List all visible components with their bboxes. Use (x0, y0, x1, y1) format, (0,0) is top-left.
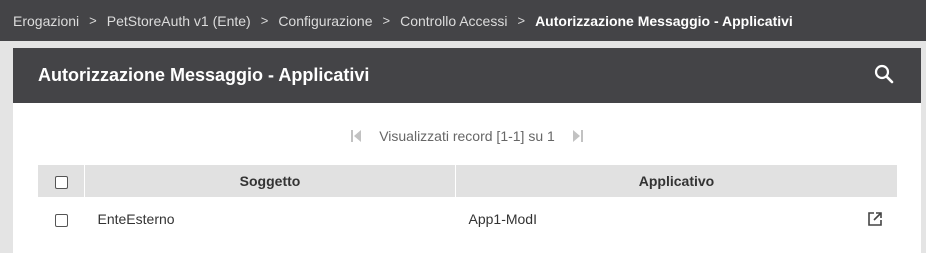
search-icon[interactable] (873, 63, 895, 85)
breadcrumb-separator: > (89, 13, 97, 28)
breadcrumb-separator: > (382, 13, 391, 28)
panel-header: Autorizzazione Messaggio - Applicativi (13, 48, 921, 103)
breadcrumb-item-configurazione[interactable]: Configurazione (278, 13, 372, 29)
select-all-header (38, 165, 85, 197)
breadcrumb-item-controllo-accessi[interactable]: Controllo Accessi (400, 13, 507, 29)
breadcrumb: Erogazioni > PetStoreAuth v1 (Ente) > Co… (0, 0, 926, 41)
main-panel: Autorizzazione Messaggio - Applicativi V… (13, 48, 921, 253)
open-external-icon[interactable] (867, 211, 883, 227)
select-all-checkbox[interactable] (54, 175, 68, 189)
breadcrumb-item-erogazioni[interactable]: Erogazioni (13, 13, 79, 29)
cell-soggetto: EnteEsterno (97, 211, 175, 227)
breadcrumb-separator: > (517, 13, 526, 28)
first-page-icon[interactable] (349, 129, 363, 143)
breadcrumb-item-current: Autorizzazione Messaggio - Applicativi (535, 12, 793, 29)
page-title: Autorizzazione Messaggio - Applicativi (38, 65, 370, 85)
breadcrumb-item-petstoreauth[interactable]: PetStoreAuth v1 (Ente) (107, 13, 251, 29)
pagination: Visualizzati record [1-1] su 1 (13, 128, 921, 144)
row-select-cell (38, 197, 85, 241)
pagination-info: Visualizzati record [1-1] su 1 (379, 128, 555, 144)
row-checkbox[interactable] (54, 213, 68, 227)
breadcrumb-separator: > (260, 13, 269, 28)
column-header-applicativo[interactable]: Applicativo (455, 165, 897, 197)
table-header-row: Soggetto Applicativo (38, 165, 897, 197)
column-header-soggetto[interactable]: Soggetto (84, 165, 456, 197)
last-page-icon[interactable] (571, 129, 585, 143)
table-row: EnteEsterno App1-ModI (38, 197, 897, 241)
cell-applicativo: App1-ModI (456, 197, 898, 241)
applicativo-value: App1-ModI (468, 211, 537, 227)
records-table: Soggetto Applicativo EnteEsterno App1-Mo… (38, 165, 897, 241)
